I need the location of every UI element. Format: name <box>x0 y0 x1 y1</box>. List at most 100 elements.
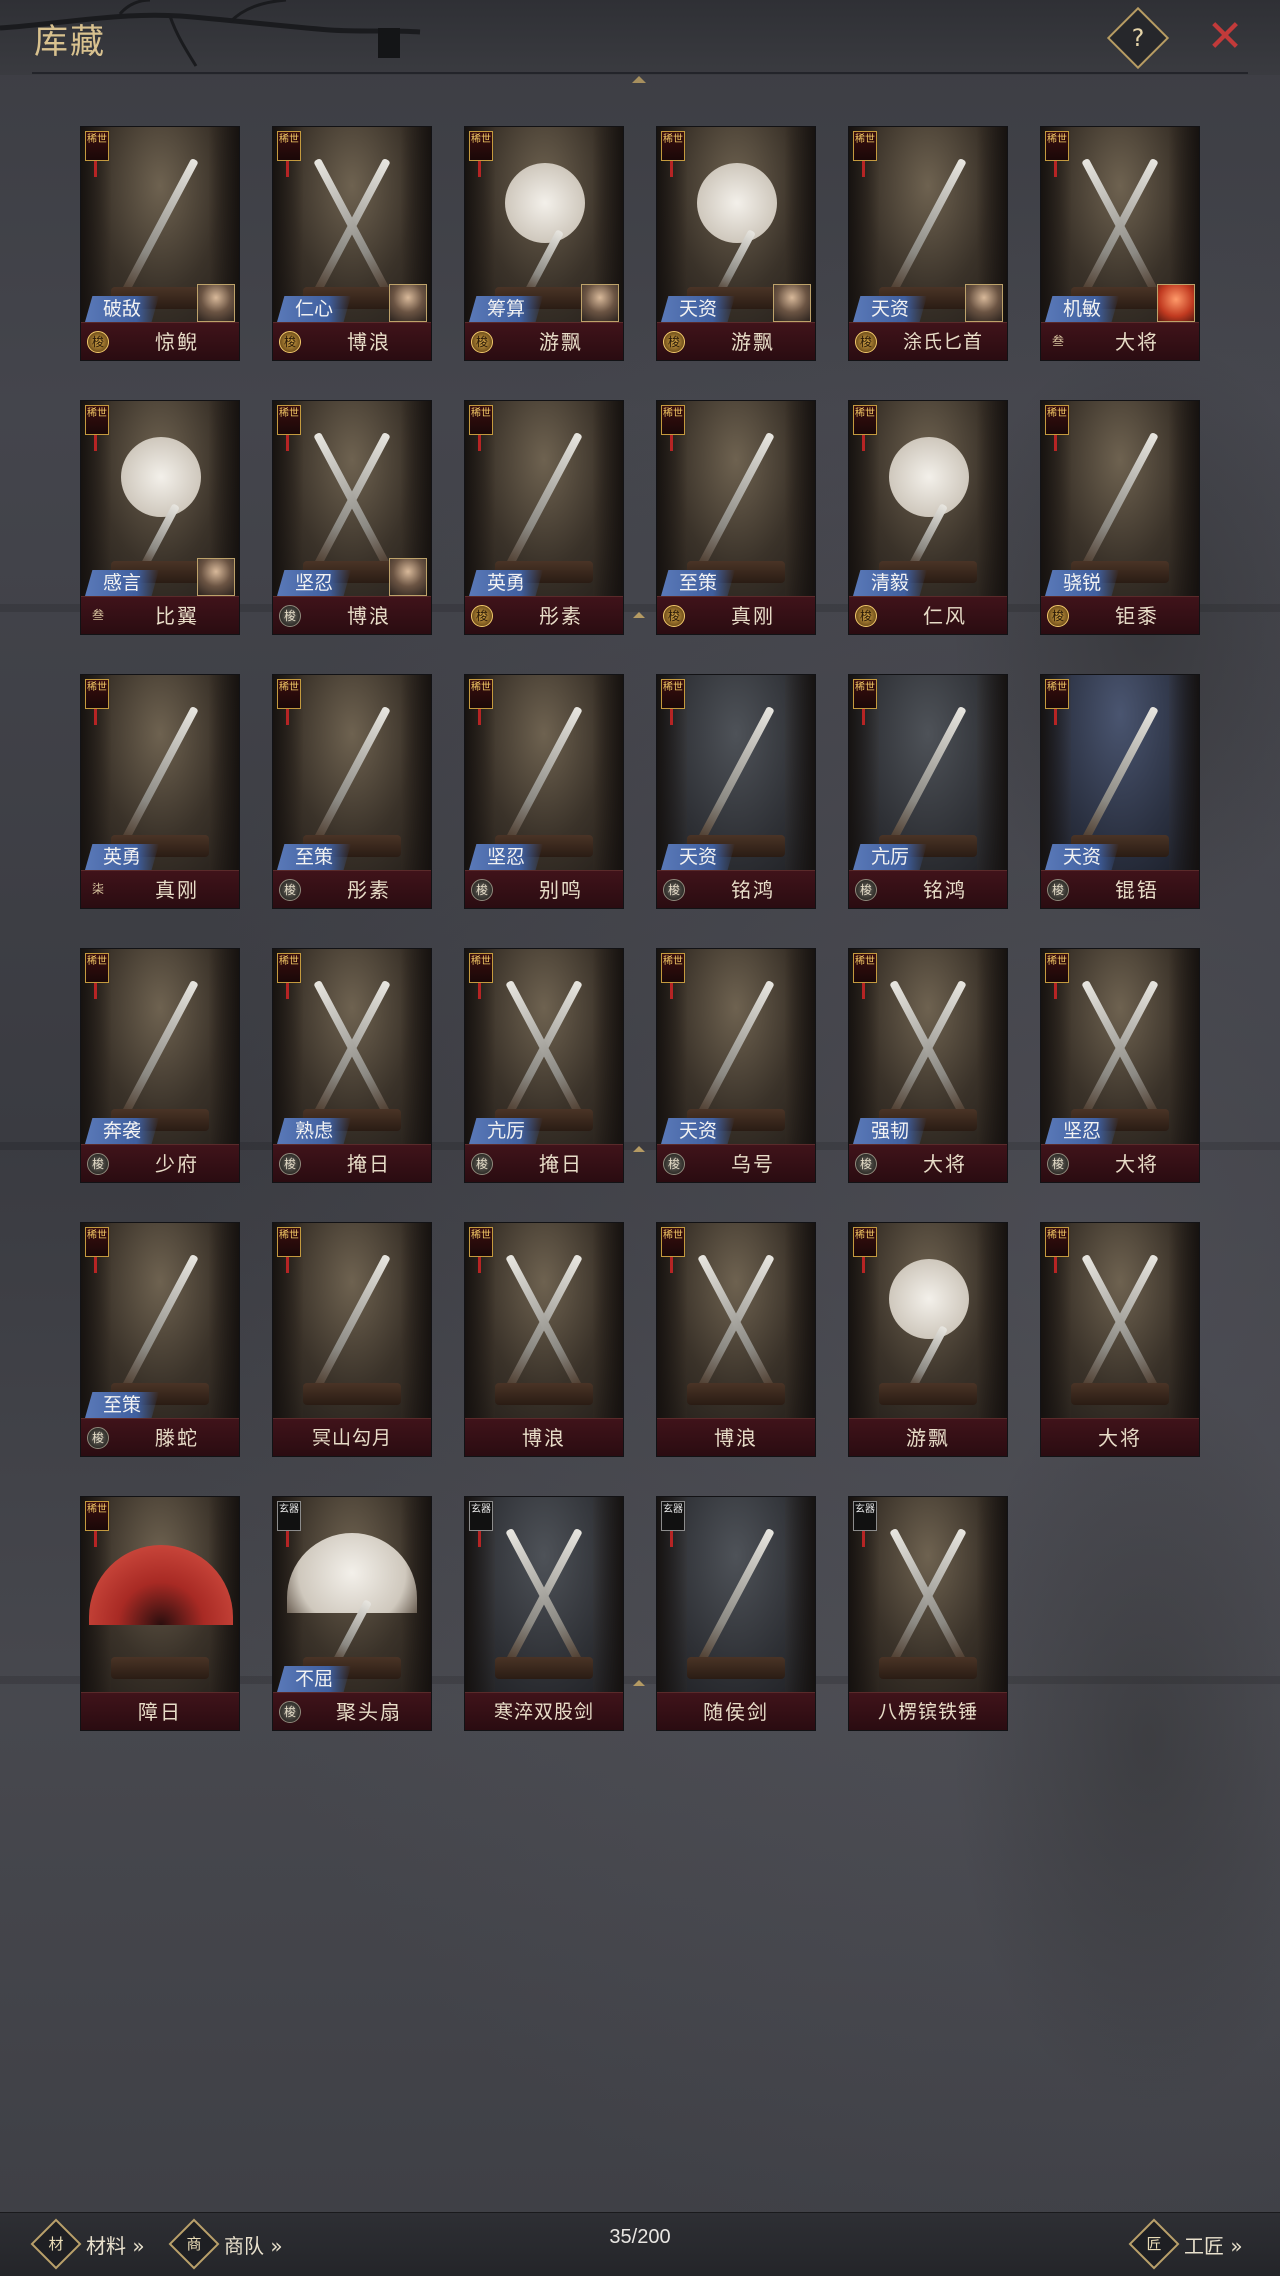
stand-icon <box>1071 1383 1169 1405</box>
item-card[interactable]: 稀世 坚忍梭 别鸣 <box>464 674 624 909</box>
item-card[interactable]: 稀世 博浪 <box>656 1222 816 1457</box>
header-divider <box>32 72 1248 74</box>
curtain-decoration <box>977 401 1007 597</box>
caravan-button[interactable]: 商 商队 » <box>168 2218 283 2270</box>
tassel-icon <box>862 161 865 177</box>
refine-level-icon: 梭 <box>87 1153 109 1175</box>
tassel-icon <box>478 709 481 725</box>
scroll-up-indicator-icon <box>632 76 646 83</box>
rarity-badge: 稀世 <box>661 953 685 983</box>
item-card[interactable]: 稀世 仁心梭 博浪 <box>272 126 432 361</box>
craftsman-button[interactable]: 匠 工匠 » <box>1128 2218 1243 2270</box>
item-name: 掩日 <box>539 1152 583 1176</box>
item-card[interactable]: 稀世 障日 <box>80 1496 240 1731</box>
rarity-badge: 稀世 <box>277 405 301 435</box>
stand-icon <box>687 1383 785 1405</box>
rarity-badge: 稀世 <box>661 1227 685 1257</box>
close-button[interactable]: ✕ <box>1200 12 1250 62</box>
item-card[interactable]: 稀世 骁锐梭 钜黍 <box>1040 400 1200 635</box>
tassel-icon <box>1054 1257 1057 1273</box>
curtain-decoration <box>785 401 815 597</box>
rarity-badge: 稀世 <box>853 131 877 161</box>
tassel-icon <box>286 1531 289 1547</box>
item-card[interactable]: 稀世 感言叁 比翼 <box>80 400 240 635</box>
item-card[interactable]: 稀世 博浪 <box>464 1222 624 1457</box>
skill-tag: 清毅 <box>853 570 927 596</box>
item-name: 真刚 <box>155 878 199 902</box>
item-card[interactable]: 稀世 奔袭梭 少府 <box>80 948 240 1183</box>
item-name: 障日 <box>138 1700 182 1724</box>
item-card[interactable]: 玄器 不屈梭 聚头扇 <box>272 1496 432 1731</box>
tassel-icon <box>94 1531 97 1547</box>
item-name-bar: 梭 钜黍 <box>1041 596 1199 634</box>
refine-level-icon: 梭 <box>471 605 493 627</box>
rarity-badge: 稀世 <box>85 679 109 709</box>
item-name: 寒淬双股剑 <box>493 1701 594 1723</box>
item-card[interactable]: 稀世亢厉梭 铭鸿 <box>848 674 1008 909</box>
item-card[interactable]: 稀世 清毅梭 仁风 <box>848 400 1008 635</box>
refine-level-icon: 梭 <box>87 1427 109 1449</box>
stand-icon <box>687 1657 785 1679</box>
item-card[interactable]: 稀世 英勇柒 真刚 <box>80 674 240 909</box>
curtain-decoration <box>593 949 623 1145</box>
item-card[interactable]: 稀世 天资梭 锟铻 <box>1040 674 1200 909</box>
item-card[interactable]: 玄器 随侯剑 <box>656 1496 816 1731</box>
refine-level-icon: 梭 <box>1047 605 1069 627</box>
item-card[interactable]: 稀世 亢厉梭 掩日 <box>464 948 624 1183</box>
item-card[interactable]: 稀世 坚忍梭 博浪 <box>272 400 432 635</box>
item-card[interactable]: 玄器 八楞镔铁锤 <box>848 1496 1008 1731</box>
item-card[interactable]: 稀世 强韧梭 大将 <box>848 948 1008 1183</box>
caravan-icon: 商 <box>168 2218 220 2270</box>
tassel-icon <box>478 435 481 451</box>
tassel-icon <box>670 1257 673 1273</box>
item-card[interactable]: 稀世 天资梭 涂氏匕首 <box>848 126 1008 361</box>
item-card[interactable]: 稀世 破敌梭 惊鲵 <box>80 126 240 361</box>
item-card[interactable]: 稀世 至策梭 滕蛇 <box>80 1222 240 1457</box>
item-name-bar: 梭 大将 <box>849 1144 1007 1182</box>
item-card[interactable]: 稀世 机敏叁 大将 <box>1040 126 1200 361</box>
curtain-decoration <box>1169 401 1199 597</box>
item-card[interactable]: 稀世 游飘 <box>848 1222 1008 1457</box>
tassel-icon <box>862 1257 865 1273</box>
item-card[interactable]: 稀世 至策梭 真刚 <box>656 400 816 635</box>
item-card[interactable]: 稀世 至策梭 彤素 <box>272 674 432 909</box>
item-name: 大将 <box>1098 1426 1142 1450</box>
rarity-badge: 稀世 <box>661 679 685 709</box>
skill-tag: 机敏 <box>1045 296 1119 322</box>
item-card[interactable]: 稀世 熟虑梭 掩日 <box>272 948 432 1183</box>
item-card[interactable]: 稀世 筹算梭 游飘 <box>464 126 624 361</box>
item-card[interactable]: 稀世 坚忍梭 大将 <box>1040 948 1200 1183</box>
fan-icon <box>287 1533 417 1613</box>
equipped-hero-avatar <box>197 284 235 322</box>
stand-icon <box>111 1657 209 1679</box>
item-card[interactable]: 稀世 大将 <box>1040 1222 1200 1457</box>
item-card[interactable]: 稀世 天资梭 铭鸿 <box>656 674 816 909</box>
item-card[interactable]: 稀世 天资梭 游飘 <box>656 126 816 361</box>
skill-tag: 亢厉 <box>853 844 927 870</box>
stand-icon <box>879 1657 977 1679</box>
caravan-label: 商队 » <box>224 2233 283 2258</box>
item-card[interactable]: 玄器 寒淬双股剑 <box>464 1496 624 1731</box>
refine-level-icon: 叁 <box>1051 334 1064 348</box>
item-card[interactable]: 稀世 英勇梭 彤素 <box>464 400 624 635</box>
item-card[interactable]: 稀世 天资梭 乌号 <box>656 948 816 1183</box>
skill-tag: 天资 <box>661 296 735 322</box>
skill-tag: 至策 <box>277 844 351 870</box>
item-name-bar: 梭 铭鸿 <box>849 870 1007 908</box>
rarity-badge: 稀世 <box>853 679 877 709</box>
tassel-icon <box>1054 709 1057 725</box>
item-name: 聚头扇 <box>336 1700 402 1724</box>
weapon-icon <box>121 979 199 1117</box>
item-name-bar: 游飘 <box>849 1418 1007 1456</box>
item-name-bar: 梭 乌号 <box>657 1144 815 1182</box>
skill-tag: 强韧 <box>853 1118 927 1144</box>
item-card[interactable]: 稀世 冥山勾月 <box>272 1222 432 1457</box>
tassel-icon <box>94 1257 97 1273</box>
refine-level-icon: 梭 <box>471 331 493 353</box>
equipped-hero-avatar <box>581 284 619 322</box>
item-name-bar: 博浪 <box>465 1418 623 1456</box>
materials-button[interactable]: 材 材料 » <box>30 2218 145 2270</box>
rarity-badge: 稀世 <box>85 953 109 983</box>
weapon-icon <box>1081 431 1159 569</box>
help-button[interactable]: ? <box>1106 6 1170 70</box>
